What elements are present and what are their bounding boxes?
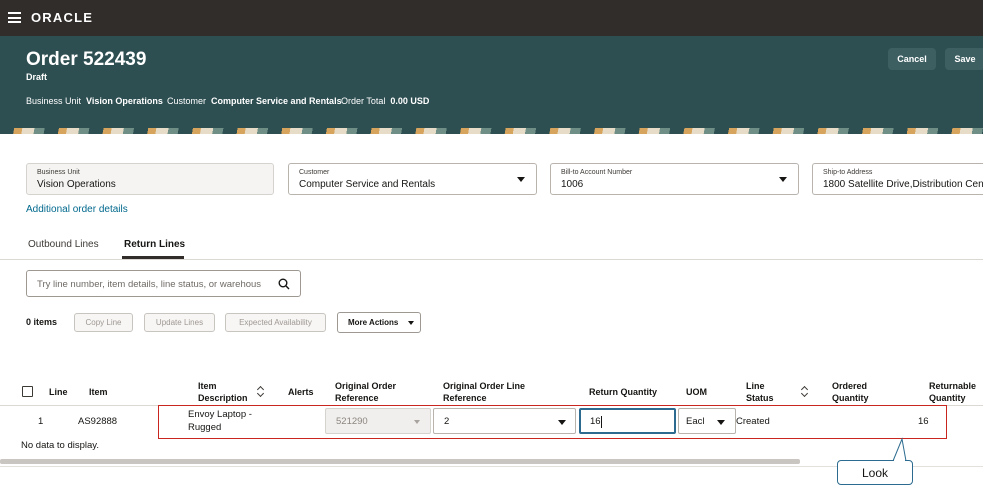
column-header-uom[interactable]: UOM (686, 386, 707, 398)
sort-icon[interactable] (801, 385, 809, 397)
bill-to-account-label: Bill-to Account Number (561, 169, 633, 176)
column-header-original-order-reference-line2: Reference (335, 393, 379, 403)
update-lines-button[interactable]: Update Lines (144, 313, 215, 332)
callout-look: Look (837, 460, 913, 485)
customer-select[interactable]: Customer Computer Service and Rentals (288, 163, 537, 195)
column-header-item-description-line2: Description (198, 393, 248, 403)
header-customer-value: Computer Service and Rentals (211, 96, 342, 106)
customer-select-label: Customer (299, 169, 330, 176)
column-header-return-quantity[interactable]: Return Quantity (589, 386, 657, 398)
save-button[interactable]: Save (945, 48, 983, 70)
tab-return-lines[interactable]: Return Lines (124, 239, 185, 250)
column-header-original-order-line-reference-line2: Reference (443, 393, 487, 403)
items-count: 0 items (26, 317, 58, 327)
tabs-divider (0, 259, 983, 260)
business-unit-field-label: Business Unit (37, 169, 80, 176)
column-header-ordered-quantity-line2: Quantity (832, 393, 869, 403)
line-search-placeholder: Try line number, item details, line stat… (37, 279, 262, 290)
header-business-unit: Business Unit Vision Operations (26, 96, 163, 106)
line-search-input[interactable]: Try line number, item details, line stat… (26, 270, 301, 297)
chevron-down-icon[interactable] (517, 177, 525, 182)
ship-to-address-label: Ship-to Address (823, 169, 873, 176)
copy-line-button[interactable]: Copy Line (74, 313, 133, 332)
column-header-original-order-reference[interactable]: Original Order Reference (335, 380, 396, 404)
tab-outbound-lines[interactable]: Outbound Lines (28, 239, 99, 250)
business-unit-field: Business Unit Vision Operations (26, 163, 274, 195)
column-header-original-order-line-reference[interactable]: Original Order Line Reference (443, 380, 525, 404)
column-header-line-status-line1: Line (746, 381, 765, 391)
expected-availability-button[interactable]: Expected Availability (225, 313, 326, 332)
header-decorative-banner (0, 128, 983, 134)
chevron-down-icon (408, 321, 414, 325)
column-header-item-description[interactable]: Item Description (198, 380, 248, 404)
highlight-box (158, 405, 947, 439)
bill-to-account-select[interactable]: Bill-to Account Number 1006 (550, 163, 799, 195)
column-header-item[interactable]: Item (89, 386, 108, 398)
column-header-item-description-line1: Item (198, 381, 217, 391)
ship-to-address-value: 1800 Satellite Drive,Distribution Cen (823, 179, 983, 190)
page-title: Order 522439 (26, 49, 147, 70)
top-bar: ORACLE (0, 0, 983, 36)
header-customer: Customer Computer Service and Rentals (167, 96, 342, 106)
oracle-logo[interactable]: ORACLE (31, 10, 93, 25)
column-header-line[interactable]: Line (49, 386, 68, 398)
column-header-returnable-quantity-line1: Returnable (929, 381, 977, 391)
header-order-total-label: Order Total (341, 96, 386, 106)
column-header-alerts[interactable]: Alerts (288, 386, 314, 398)
column-header-returnable-quantity-line2: Quantity (929, 393, 966, 403)
more-actions-button[interactable]: More Actions (337, 312, 421, 333)
header-business-unit-label: Business Unit (26, 96, 82, 106)
order-header (0, 36, 983, 128)
business-unit-field-value: Vision Operations (37, 179, 116, 190)
horizontal-scrollbar[interactable] (0, 459, 800, 464)
column-header-line-status-line2: Status (746, 393, 774, 403)
cell-line: 1 (38, 416, 44, 427)
column-header-line-status[interactable]: Line Status (746, 380, 774, 404)
cancel-button[interactable]: Cancel (888, 48, 936, 70)
column-header-returnable-quantity[interactable]: Returnable Quantity (929, 380, 976, 404)
search-icon[interactable] (278, 278, 290, 290)
header-order-total: Order Total 0.00 USD (341, 96, 429, 106)
column-header-original-order-line-reference-line1: Original Order Line (443, 381, 526, 391)
column-header-ordered-quantity[interactable]: Ordered Quantity (832, 380, 869, 404)
select-all-checkbox[interactable] (22, 386, 33, 397)
sort-icon[interactable] (257, 385, 265, 397)
scroll-track (0, 466, 983, 467)
header-customer-label: Customer (167, 96, 207, 106)
ship-to-address-field[interactable]: Ship-to Address 1800 Satellite Drive,Dis… (812, 163, 983, 195)
header-order-total-value: 0.00 USD (390, 96, 430, 106)
header-business-unit-value: Vision Operations (86, 96, 163, 106)
more-actions-label: More Actions (348, 318, 399, 327)
bill-to-account-value: 1006 (561, 179, 584, 190)
order-status: Draft (26, 72, 48, 82)
additional-order-details-link[interactable]: Additional order details (26, 204, 128, 215)
column-header-ordered-quantity-line1: Ordered (832, 381, 868, 391)
column-header-original-order-reference-line1: Original Order (335, 381, 397, 391)
cell-item[interactable]: AS92888 (78, 415, 117, 428)
customer-select-value: Computer Service and Rentals (299, 179, 436, 190)
chevron-down-icon[interactable] (779, 177, 787, 182)
menu-icon[interactable] (8, 12, 21, 23)
no-data-message: No data to display. (21, 440, 99, 451)
